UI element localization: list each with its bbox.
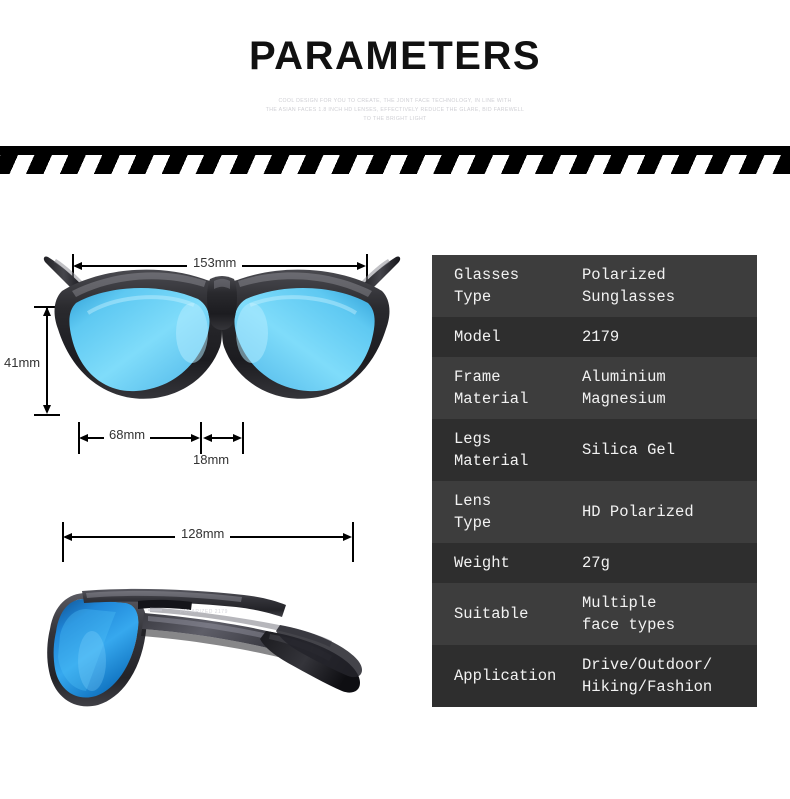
- table-row: Lens Type HD Polarized: [432, 481, 757, 543]
- spec-key-line: Suitable: [454, 605, 529, 623]
- spec-value-line: 2179: [582, 328, 620, 346]
- spec-key-line: Lens: [454, 492, 492, 510]
- diagonal-stripe-bar: [0, 146, 790, 174]
- spec-value-lens-type: HD Polarized: [572, 481, 757, 543]
- tick-128-left: [62, 522, 64, 562]
- spec-pane: Glasses Type Polarized Sunglasses Model …: [430, 174, 790, 799]
- spec-value-application: Drive/Outdoor/ Hiking/Fashion: [572, 645, 757, 707]
- tick-68-right: [200, 422, 202, 454]
- sunglasses-side-view: POLARIZED 2179: [47, 588, 362, 707]
- spec-key-line: Weight: [454, 554, 510, 572]
- spec-key-legs-material: Legs Material: [432, 419, 572, 481]
- table-row: Legs Material Silica Gel: [432, 419, 757, 481]
- subtitle-line-3: TO THE BRIGHT LIGHT: [363, 115, 427, 122]
- dimension-label-lens-height: 41mm: [4, 352, 41, 373]
- main-content: 153mm 41mm 68mm 18mm 128mm POLARIZED 217…: [0, 174, 790, 799]
- stripe-diagonal-band: [0, 155, 790, 174]
- table-row: Application Drive/Outdoor/ Hiking/Fashio…: [432, 645, 757, 707]
- arrow-head-128-right: [343, 533, 352, 541]
- spec-key-line: Model: [454, 328, 501, 346]
- spec-key-line: Material: [454, 390, 529, 408]
- page-title: PARAMETERS: [248, 34, 542, 78]
- diagram-pane: 153mm 41mm 68mm 18mm 128mm POLARIZED 217…: [0, 174, 430, 799]
- spec-key-weight: Weight: [432, 543, 572, 583]
- spec-value-line: Aluminium: [582, 368, 666, 386]
- subtitle-line-2: THE ASIAN FACES 1.8 INCH HD LENSES, EFFE…: [265, 106, 525, 113]
- dimension-label-bridge-width: 18mm: [193, 452, 230, 467]
- spec-value-line: Polarized: [582, 266, 666, 284]
- spec-key-line: Application: [454, 667, 557, 685]
- table-row: Glasses Type Polarized Sunglasses: [432, 255, 757, 317]
- arrow-head-68-right: [191, 434, 200, 442]
- spec-key-line: Material: [454, 452, 529, 470]
- tick-18-right: [242, 422, 244, 454]
- spec-value-suitable: Multiple face types: [572, 583, 757, 645]
- specification-table: Glasses Type Polarized Sunglasses Model …: [432, 255, 757, 707]
- spec-value-line: face types: [582, 616, 676, 634]
- spec-key-glasses-type: Glasses Type: [432, 255, 572, 317]
- spec-value-frame-material: Aluminium Magnesium: [572, 357, 757, 419]
- arrow-head-128-left: [63, 533, 72, 541]
- spec-value-legs-material: Silica Gel: [572, 419, 757, 481]
- arrow-head-68-left: [79, 434, 88, 442]
- spec-value-glasses-type: Polarized Sunglasses: [572, 255, 757, 317]
- spec-key-suitable: Suitable: [432, 583, 572, 645]
- table-row: Frame Material Aluminium Magnesium: [432, 357, 757, 419]
- spec-key-line: Type: [454, 288, 492, 306]
- spec-value-model: 2179: [572, 317, 757, 357]
- spec-key-model: Model: [432, 317, 572, 357]
- stripe-solid-band: [0, 146, 790, 155]
- page-header: PARAMETERS COOL DESIGN FOR YOU TO CREATE…: [0, 0, 790, 124]
- spec-value-line: Drive/Outdoor/: [582, 656, 713, 674]
- spec-key-lens-type: Lens Type: [432, 481, 572, 543]
- spec-key-frame-material: Frame Material: [432, 357, 572, 419]
- spec-value-weight: 27g: [572, 543, 757, 583]
- arrow-head-18-left: [203, 434, 212, 442]
- spec-value-line: HD Polarized: [582, 503, 694, 521]
- spec-value-line: Multiple: [582, 594, 657, 612]
- arrow-head-18-right: [233, 434, 242, 442]
- sunglasses-front-view: [43, 256, 401, 399]
- spec-value-line: Silica Gel: [582, 441, 676, 459]
- spec-key-application: Application: [432, 645, 572, 707]
- subtitle-line-1: COOL DESIGN FOR YOU TO CREATE, THE JOINT…: [278, 98, 512, 104]
- tick-128-right: [352, 522, 354, 562]
- table-row: Suitable Multiple face types: [432, 583, 757, 645]
- spec-value-line: 27g: [582, 554, 610, 572]
- spec-table-body: Glasses Type Polarized Sunglasses Model …: [432, 255, 757, 707]
- svg-text:POLARIZED 2179: POLARIZED 2179: [180, 609, 228, 615]
- spec-key-line: Frame: [454, 368, 501, 386]
- spec-value-line: Sunglasses: [582, 288, 676, 306]
- dimension-label-lens-width: 68mm: [104, 427, 151, 442]
- table-row: Weight 27g: [432, 543, 757, 583]
- spec-value-line: Magnesium: [582, 390, 666, 408]
- spec-key-line: Glasses: [454, 266, 520, 284]
- page-subtitle: COOL DESIGN FOR YOU TO CREATE, THE JOINT…: [0, 97, 790, 124]
- spec-key-line: Type: [454, 514, 492, 532]
- spec-key-line: Legs: [454, 430, 492, 448]
- dimension-label-temple-length: 128mm: [175, 526, 231, 541]
- table-row: Model 2179: [432, 317, 757, 357]
- spec-value-line: Hiking/Fashion: [582, 678, 713, 696]
